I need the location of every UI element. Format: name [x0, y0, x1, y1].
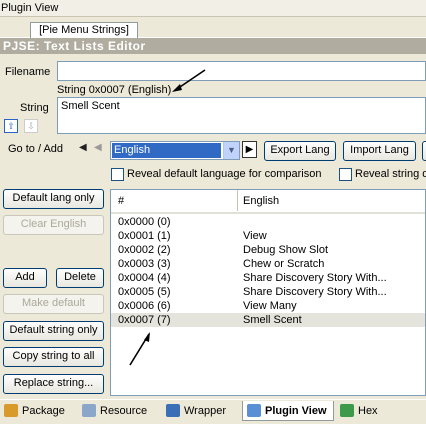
row-text: Share Discovery Story With... — [243, 272, 387, 284]
reveal-default-checkbox[interactable] — [111, 168, 124, 181]
arrow-head-caption — [172, 84, 182, 92]
plugin-view-icon — [247, 404, 261, 417]
tab-pie-menu-strings[interactable]: [Pie Menu Strings] — [30, 22, 138, 39]
table-row[interactable]: 0x0004 (4) Share Discovery Story With... — [111, 271, 425, 285]
filename-label: Filename — [5, 66, 51, 78]
row-id: 0x0003 (3) — [118, 258, 171, 270]
package-icon — [4, 404, 18, 417]
first-icon[interactable]: ◀ — [79, 142, 90, 156]
row-text: View — [243, 230, 267, 242]
column-header-number[interactable]: # — [118, 195, 124, 207]
table-row[interactable]: 0x0003 (3) Chew or Scratch — [111, 257, 425, 271]
default-string-only-button[interactable]: Default string only — [3, 321, 104, 341]
table-row[interactable]: 0x0000 (0) — [111, 215, 425, 229]
tab-package[interactable]: Package — [0, 401, 72, 421]
wrapper-icon — [166, 404, 180, 417]
table-header: # English — [111, 190, 425, 214]
table-row[interactable]: 0x0002 (2) Debug Show Slot — [111, 243, 425, 257]
goto-add-label: Go to / Add — [8, 143, 64, 155]
table-row[interactable]: 0x0001 (1) View — [111, 229, 425, 243]
move-up-icon[interactable]: ⇧ — [4, 119, 18, 133]
tab-label: Resource — [100, 405, 148, 417]
row-id: 0x0004 (4) — [118, 272, 171, 284]
string-caption: String 0x0007 (English) — [57, 84, 172, 96]
row-text: View Many — [243, 300, 297, 312]
make-default-button[interactable]: Make default — [3, 294, 104, 314]
extra-button[interactable] — [422, 141, 426, 161]
replace-string-button[interactable]: Replace string... — [3, 374, 104, 394]
window-title: Plugin View — [0, 0, 426, 17]
hex-icon — [340, 404, 354, 417]
table-row[interactable]: 0x0005 (5) Share Discovery Story With... — [111, 285, 425, 299]
editor-header: PJSE: Text Lists Editor — [0, 38, 426, 54]
copy-string-to-all-button[interactable]: Copy string to all — [3, 347, 104, 367]
default-lang-only-button[interactable]: Default lang only — [3, 189, 104, 209]
previous-icon[interactable]: ◀ — [94, 142, 105, 156]
import-lang-button[interactable]: Import Lang — [343, 141, 416, 161]
table-row[interactable]: 0x0007 (7) Smell Scent — [111, 313, 425, 327]
row-text: Chew or Scratch — [243, 258, 325, 270]
row-text: Share Discovery Story With... — [243, 286, 387, 298]
row-id: 0x0006 (6) — [118, 300, 171, 312]
row-id: 0x0000 (0) — [118, 216, 171, 228]
strings-table[interactable]: # English 0x0000 (0) 0x0001 (1) View 0x0002… — [110, 189, 426, 396]
tab-wrapper[interactable]: Wrapper — [162, 401, 238, 421]
row-text: Debug Show Slot — [243, 244, 328, 256]
export-lang-button[interactable]: Export Lang — [264, 141, 336, 161]
tab-label: Wrapper — [184, 405, 226, 417]
chevron-down-icon[interactable]: ▼ — [223, 142, 239, 159]
tab-plugin-view[interactable]: Plugin View — [242, 401, 334, 421]
row-text: Smell Scent — [243, 314, 302, 326]
reveal-string-label: Reveal string d — [355, 168, 426, 180]
column-divider[interactable] — [237, 190, 238, 211]
row-id: 0x0005 (5) — [118, 286, 171, 298]
delete-button[interactable]: Delete — [56, 268, 104, 288]
table-row[interactable]: 0x0006 (6) View Many — [111, 299, 425, 313]
language-select-value: English — [112, 143, 221, 158]
add-button[interactable]: Add — [3, 268, 47, 288]
row-id: 0x0001 (1) — [118, 230, 171, 242]
next-icon[interactable]: ▶ — [242, 141, 257, 158]
reveal-default-label: Reveal default language for comparison — [127, 168, 322, 180]
string-label: String — [20, 102, 49, 114]
row-id: 0x0007 (7) — [118, 314, 171, 326]
tab-resource[interactable]: Resource — [78, 401, 158, 421]
language-select[interactable]: English ▼ — [110, 141, 240, 160]
tab-hex[interactable]: Hex — [336, 401, 386, 421]
tab-label: Hex — [358, 405, 378, 417]
tab-label: Plugin View — [265, 405, 327, 417]
tab-label: Package — [22, 405, 65, 417]
resource-icon — [82, 404, 96, 417]
column-header-english[interactable]: English — [243, 195, 279, 207]
clear-english-button[interactable]: Clear English — [3, 215, 104, 235]
move-down-icon[interactable]: ⇩ — [24, 119, 38, 133]
filename-field[interactable] — [57, 61, 426, 81]
string-field[interactable]: Smell Scent — [57, 97, 426, 134]
reveal-string-checkbox[interactable] — [339, 168, 352, 181]
row-id: 0x0002 (2) — [118, 244, 171, 256]
